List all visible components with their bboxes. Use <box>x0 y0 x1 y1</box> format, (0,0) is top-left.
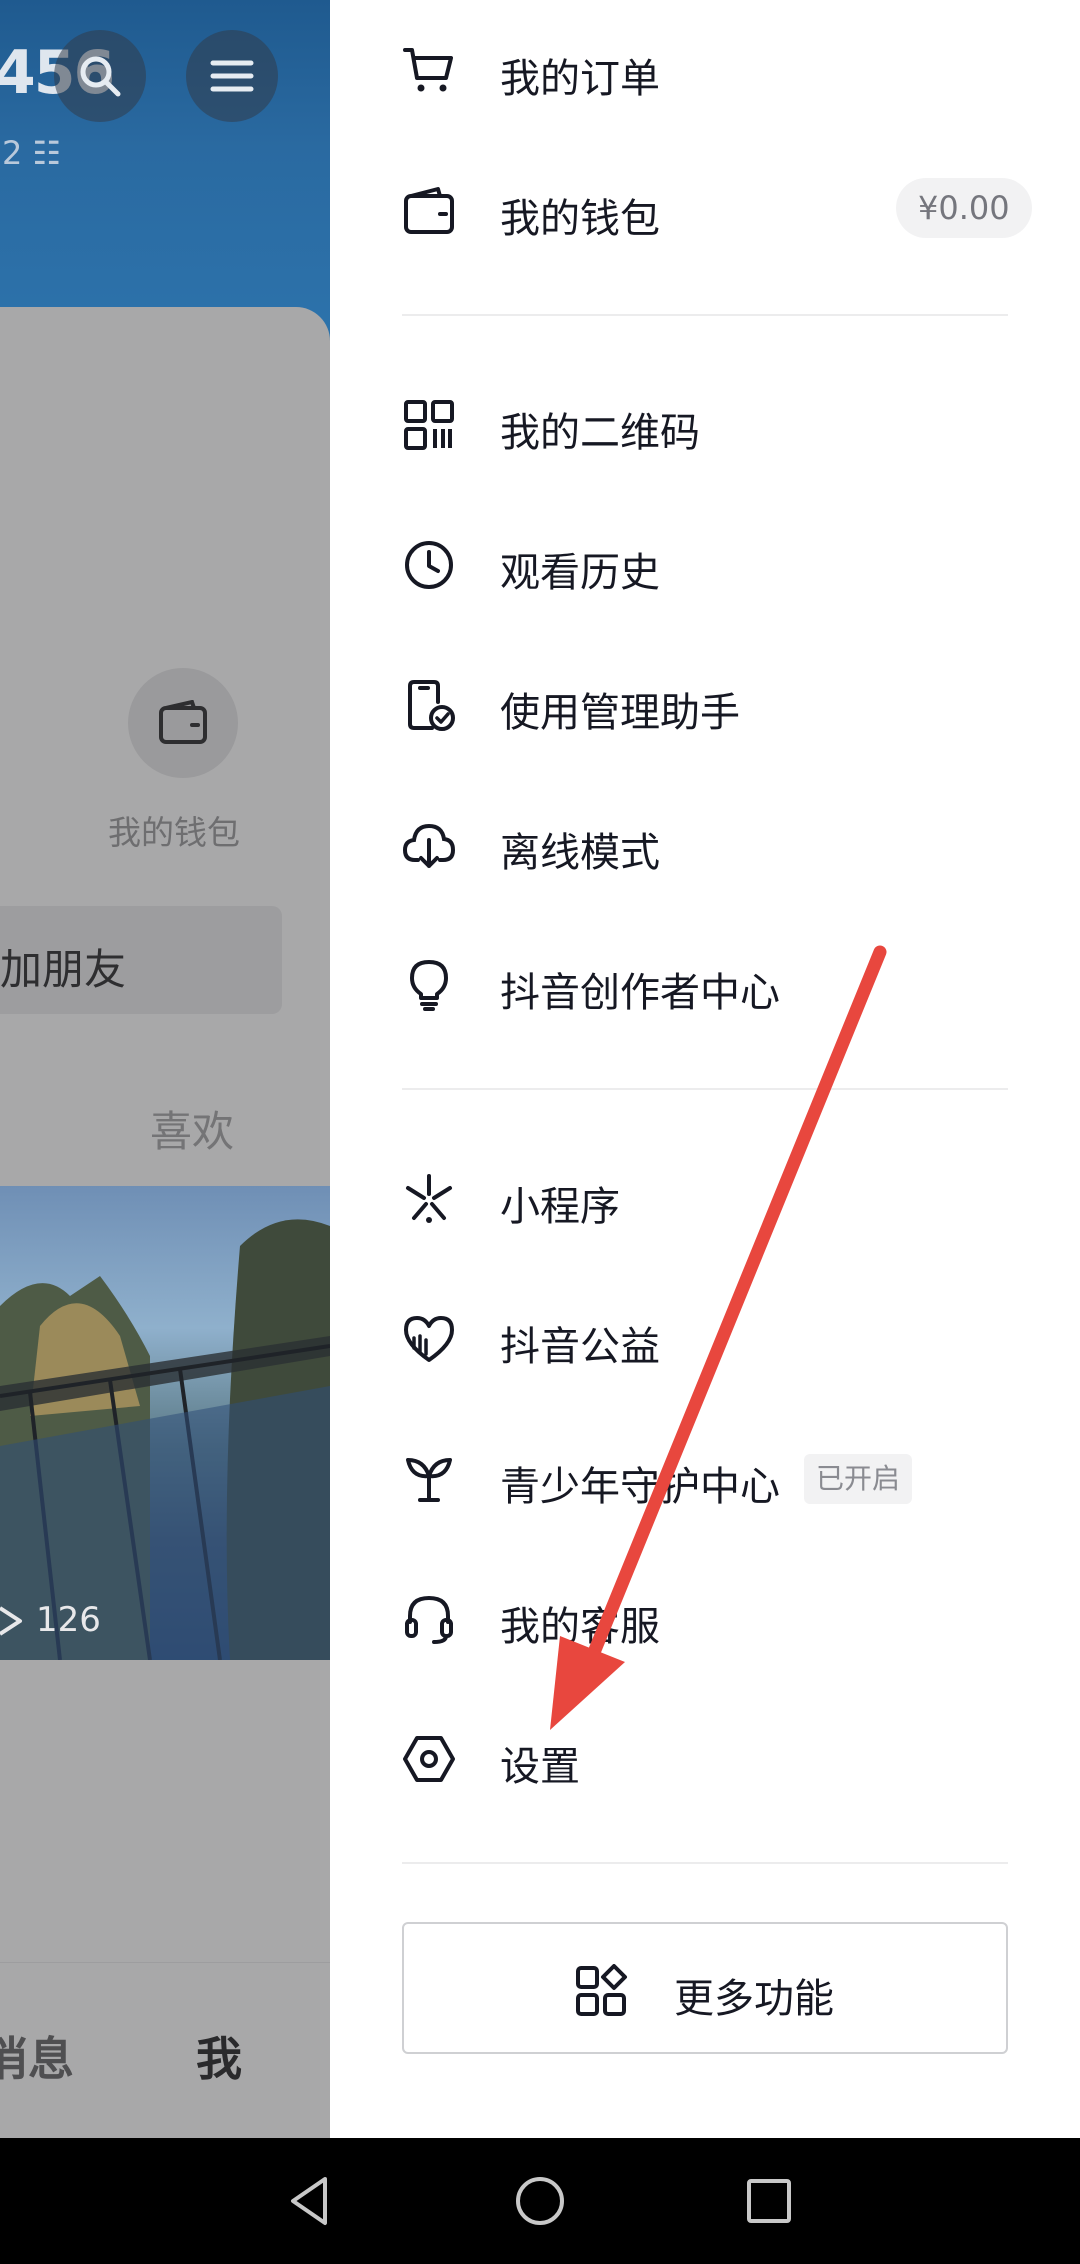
menu-item-charity[interactable]: 抖音公益 <box>330 1278 1080 1398</box>
nav-messages[interactable]: 消息 <box>0 2023 74 2089</box>
menu-item-orders[interactable]: 我的订单 <box>330 10 1080 130</box>
menu-divider <box>402 1088 1008 1090</box>
menu-item-settings[interactable]: 设置 <box>330 1698 1080 1818</box>
side-drawer-menu: 我的订单 我的钱包 ¥0.00 我的二维码 观看历史 使用管理助手 离线模式 抖… <box>330 0 1080 2138</box>
heart-icon <box>404 1316 454 1362</box>
lightbulb-icon <box>410 960 448 1011</box>
menu-item-history[interactable]: 观看历史 <box>330 504 1080 624</box>
cloud-download-icon <box>402 823 456 868</box>
video-thumbnail[interactable] <box>0 1186 330 1660</box>
youth-mode-status-tag: 已开启 <box>804 1454 913 1504</box>
menu-item-label: 观看历史 <box>500 550 660 596</box>
menu-item-label: 我的钱包 <box>500 196 660 242</box>
menu-item-label: 抖音创作者中心 <box>500 970 780 1016</box>
headset-icon <box>405 1595 453 1644</box>
wallet-balance-badge: ¥0.00 <box>896 178 1032 238</box>
clock-icon <box>405 541 453 589</box>
menu-divider <box>402 1862 1008 1864</box>
menu-item-creator-center[interactable]: 抖音创作者中心 <box>330 924 1080 1044</box>
profile-page-background: 456 2 ☷ 我的钱包 加朋友 喜欢 <box>0 0 330 2138</box>
menu-item-label: 青少年守护中心 <box>500 1464 780 1510</box>
menu-item-label: 离线模式 <box>500 830 660 876</box>
add-friend-button[interactable]: 加朋友 <box>0 906 282 1014</box>
menu-item-usage-assistant[interactable]: 使用管理助手 <box>330 644 1080 764</box>
menu-item-label: 小程序 <box>500 1184 620 1230</box>
menu-icon <box>210 60 254 92</box>
menu-button[interactable] <box>186 30 278 122</box>
settings-hexagon-icon <box>403 1736 455 1782</box>
menu-item-customer-service[interactable]: 我的客服 <box>330 1558 1080 1678</box>
menu-item-label: 抖音公益 <box>500 1324 660 1370</box>
home-circle-icon <box>516 2177 564 2225</box>
wallet-shortcut[interactable] <box>128 668 238 778</box>
menu-item-mini-programs[interactable]: 小程序 <box>330 1138 1080 1258</box>
menu-item-label: 我的订单 <box>500 56 660 102</box>
tab-like[interactable]: 喜欢 <box>150 1098 234 1159</box>
wallet-icon <box>404 187 454 234</box>
recents-square-icon <box>747 2179 791 2223</box>
wallet-icon <box>159 700 207 744</box>
menu-item-label: 设置 <box>500 1744 580 1790</box>
wallet-shortcut-label: 我的钱包 <box>108 813 240 852</box>
cart-icon <box>403 48 453 92</box>
menu-item-offline[interactable]: 离线模式 <box>330 784 1080 904</box>
more-features-label: 更多功能 <box>674 1976 834 2022</box>
mini-program-icon <box>406 1174 452 1223</box>
add-friend-label: 加朋友 <box>0 945 127 994</box>
menu-item-label: 我的二维码 <box>500 410 700 456</box>
menu-item-youth-center[interactable]: 青少年守护中心 已开启 <box>330 1418 1080 1538</box>
system-navigation-bar <box>0 2138 1080 2264</box>
recents-button[interactable] <box>706 2138 832 2264</box>
menu-item-qrcode[interactable]: 我的二维码 <box>330 364 1080 484</box>
back-triangle-icon <box>291 2177 327 2225</box>
search-button[interactable] <box>54 30 146 122</box>
phone-check-icon <box>408 680 455 731</box>
menu-item-label: 我的客服 <box>500 1604 660 1650</box>
back-button[interactable] <box>248 2138 374 2264</box>
thumbnail-scenery <box>0 1219 330 1660</box>
more-features-button[interactable]: 更多功能 <box>402 1922 1008 2054</box>
bottom-nav-background: 消息 我 <box>0 1962 330 2138</box>
video-view-count: 126 <box>36 1600 101 1640</box>
menu-divider <box>402 314 1008 316</box>
profile-sub-info: 2 ☷ <box>2 134 62 172</box>
menu-item-label: 使用管理助手 <box>500 690 740 736</box>
qrcode-icon <box>404 400 454 450</box>
search-icon <box>80 56 121 97</box>
nav-me[interactable]: 我 <box>196 2023 242 2089</box>
home-button[interactable] <box>477 2138 603 2264</box>
views-eye-icon <box>0 1606 22 1636</box>
sprout-icon <box>406 1458 452 1502</box>
apps-grid-icon <box>576 1964 627 2016</box>
